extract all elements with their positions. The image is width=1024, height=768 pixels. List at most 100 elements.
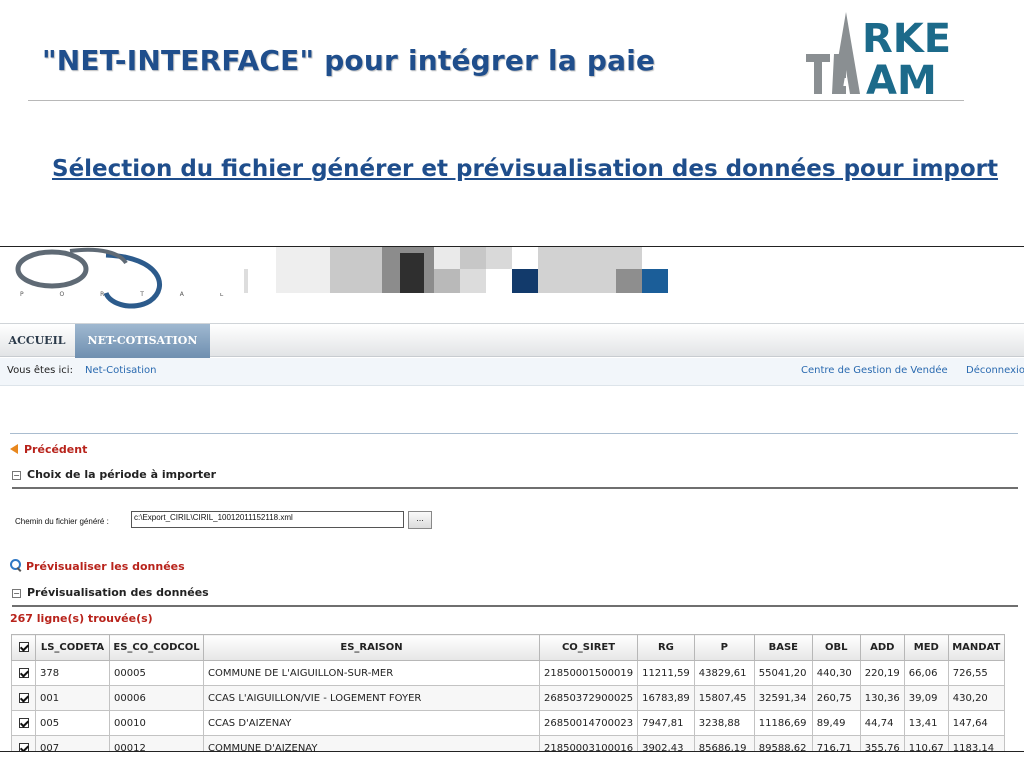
- column-header[interactable]: LS_CODETA: [35, 634, 110, 661]
- table-cell: 3238,88: [693, 710, 755, 736]
- table-cell: 7947,81: [637, 710, 695, 736]
- table-cell: 44,74: [859, 710, 905, 736]
- table-cell: 43829,61: [693, 660, 755, 686]
- back-arrow-icon: [10, 444, 18, 454]
- column-header[interactable]: BASE: [753, 634, 813, 661]
- logout-link[interactable]: Déconnexion: [966, 358, 1024, 384]
- table-cell: 15807,45: [693, 685, 755, 711]
- section-preview-title: Prévisualisation des données: [27, 586, 209, 599]
- column-header[interactable]: OBL: [811, 634, 861, 661]
- file-path-label: Chemin du fichier généré :: [15, 517, 109, 526]
- column-header[interactable]: RG: [637, 634, 695, 661]
- checkbox-icon[interactable]: [18, 642, 29, 652]
- table-cell: CCAS D'AIZENAY: [203, 710, 540, 736]
- browse-button[interactable]: ...: [408, 511, 432, 529]
- column-header[interactable]: ES_CO_CODCOL: [109, 634, 204, 661]
- breadcrumb: Vous êtes ici: Net-Cotisation Centre de …: [0, 358, 1024, 386]
- file-path-input[interactable]: c:\Export_CIRIL\CIRIL_10012011152118.xml: [131, 511, 404, 528]
- collapse-icon[interactable]: −: [12, 471, 21, 480]
- table-cell: CCAS L'AIGUILLON/VIE - LOGEMENT FOYER: [203, 685, 540, 711]
- table-cell: 378: [35, 660, 110, 686]
- table-cell: 89588,62: [753, 735, 813, 751]
- table-header-row: LS_CODETA ES_CO_CODCOL ES_RAISON CO_SIRE…: [11, 634, 1005, 661]
- slide-title: "NET-INTERFACE" pour intégrer la paie: [42, 44, 656, 77]
- checkbox-icon[interactable]: [18, 692, 29, 703]
- row-checkbox[interactable]: [11, 735, 36, 751]
- checkbox-icon[interactable]: [18, 717, 29, 728]
- table-cell: 00010: [109, 710, 204, 736]
- table-cell: 726,55: [947, 660, 1005, 686]
- table-cell: 1183,14: [947, 735, 1005, 751]
- table-cell: 39,09: [903, 685, 949, 711]
- table-cell: 147,64: [947, 710, 1005, 736]
- table-cell: 430,20: [947, 685, 1005, 711]
- table-cell: 355,76: [859, 735, 905, 751]
- table-cell: 11211,59: [637, 660, 695, 686]
- tab-accueil[interactable]: ACCUEIL: [0, 324, 74, 358]
- table-cell: COMMUNE DE L'AIGUILLON-SUR-MER: [203, 660, 540, 686]
- column-header[interactable]: ADD: [859, 634, 905, 661]
- table-cell: 001: [35, 685, 110, 711]
- arke-team-logo: RKE AM: [806, 12, 951, 96]
- table-cell: 66,06: [903, 660, 949, 686]
- table-cell: 00006: [109, 685, 204, 711]
- column-header[interactable]: P: [693, 634, 755, 661]
- banner-image: [196, 247, 672, 293]
- preview-data-label: Prévisualiser les données: [26, 560, 185, 573]
- row-checkbox[interactable]: [11, 710, 36, 736]
- table-row: 378 00005 COMMUNE DE L'AIGUILLON-SUR-MER…: [11, 660, 1005, 686]
- column-header[interactable]: ES_RAISON: [203, 634, 540, 661]
- slide-subtitle: Sélection du fichier générer et prévisua…: [52, 156, 999, 182]
- breadcrumb-label: Vous êtes ici:: [7, 365, 73, 376]
- table-cell: 21850001500019: [538, 660, 639, 686]
- table-cell: 85686,19: [693, 735, 755, 751]
- content-divider: [10, 433, 1018, 434]
- table-cell: 260,75: [811, 685, 861, 711]
- table-row: 007 00012 COMMUNE D'AIZENAY 218500031000…: [11, 735, 1005, 751]
- title-divider: [28, 100, 964, 101]
- app-screenshot: P O R T A L ACCUEIL NET-COTISATION Vous …: [0, 246, 1024, 752]
- column-header[interactable]: MED: [903, 634, 949, 661]
- column-header[interactable]: CO_SIRET: [538, 634, 639, 661]
- table-cell: 00005: [109, 660, 204, 686]
- row-count: 267 ligne(s) trouvée(s): [10, 612, 153, 625]
- table-cell: 716,71: [811, 735, 861, 751]
- table-cell: 130,36: [859, 685, 905, 711]
- table-row: 005 00010 CCAS D'AIZENAY 26850014700023 …: [11, 710, 1005, 736]
- checkbox-icon[interactable]: [18, 742, 29, 751]
- preview-data-link[interactable]: Prévisualiser les données: [10, 559, 185, 573]
- row-checkbox[interactable]: [11, 660, 36, 686]
- table-cell: 00012: [109, 735, 204, 751]
- column-header[interactable]: MANDAT: [947, 634, 1005, 661]
- table-cell: 16783,89: [637, 685, 695, 711]
- checkbox-icon[interactable]: [18, 667, 29, 678]
- portal-logo: [15, 247, 162, 309]
- select-all-checkbox[interactable]: [11, 634, 36, 661]
- preview-table: LS_CODETA ES_CO_CODCOL ES_RAISON CO_SIRE…: [11, 634, 1005, 751]
- previous-link[interactable]: Précédent: [10, 443, 87, 456]
- tab-net-cotisation[interactable]: NET-COTISATION: [75, 324, 210, 358]
- portal-banner: P O R T A L: [0, 247, 1024, 321]
- svg-text:RKE: RKE: [862, 16, 951, 62]
- management-center-link[interactable]: Centre de Gestion de Vendée: [801, 358, 948, 384]
- section-period-header[interactable]: − Choix de la période à importer: [12, 467, 1018, 489]
- table-cell: 26850014700023: [538, 710, 639, 736]
- table-cell: 007: [35, 735, 110, 751]
- table-cell: 440,30: [811, 660, 861, 686]
- table-cell: COMMUNE D'AIZENAY: [203, 735, 540, 751]
- main-nav: ACCUEIL NET-COTISATION: [0, 323, 1024, 358]
- svg-text:AM: AM: [866, 58, 937, 96]
- table-cell: 21850003100016: [538, 735, 639, 751]
- table-cell: 110,67: [903, 735, 949, 751]
- table-cell: 11186,69: [753, 710, 813, 736]
- table-cell: 3902,43: [637, 735, 695, 751]
- table-cell: 13,41: [903, 710, 949, 736]
- section-preview-header[interactable]: − Prévisualisation des données: [12, 585, 1018, 607]
- row-checkbox[interactable]: [11, 685, 36, 711]
- magnifier-icon: [10, 559, 22, 571]
- table-cell: 89,49: [811, 710, 861, 736]
- breadcrumb-current-link[interactable]: Net-Cotisation: [85, 358, 156, 384]
- table-cell: 32591,34: [753, 685, 813, 711]
- previous-label: Précédent: [24, 443, 88, 456]
- collapse-icon[interactable]: −: [12, 589, 21, 598]
